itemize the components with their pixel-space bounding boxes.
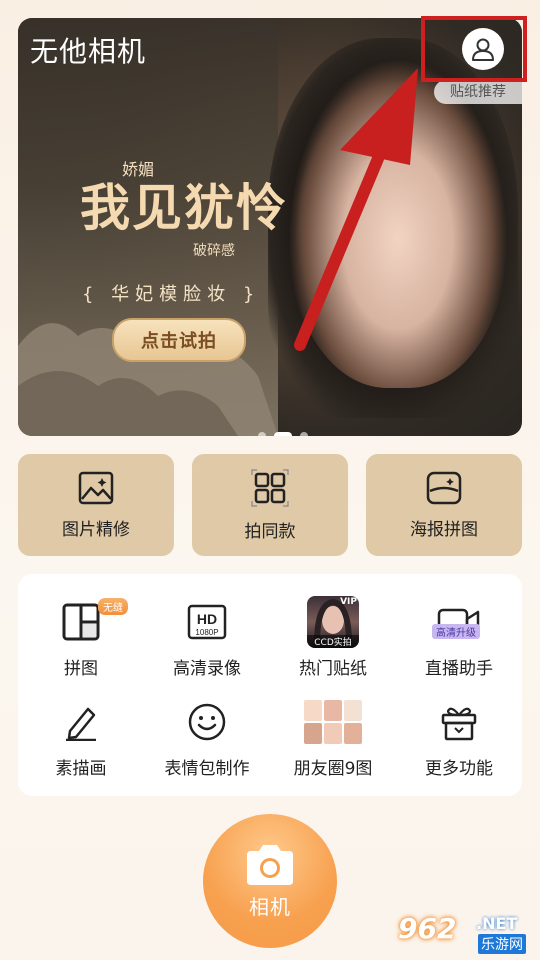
poster-icon bbox=[426, 471, 462, 504]
hd-video-icon: HD 1080P bbox=[187, 604, 227, 640]
carousel-dot[interactable] bbox=[258, 432, 266, 436]
highlight-box bbox=[421, 16, 527, 82]
tool-label: 朋友圈9图 bbox=[293, 759, 373, 779]
tool-label: 素描画 bbox=[55, 759, 107, 779]
camera-icon bbox=[247, 844, 293, 885]
tool-label: 表情包制作 bbox=[164, 759, 250, 779]
sticker-thumbnail: VIP CCD实拍 bbox=[307, 596, 359, 648]
feature-label: 海报拼图 bbox=[410, 519, 478, 540]
tool-more-features[interactable]: 更多功能 bbox=[396, 682, 522, 782]
watermark-site-name: 乐游网 bbox=[478, 934, 526, 954]
seamless-badge: 无缝 bbox=[98, 598, 128, 615]
tool-meme-maker[interactable]: 表情包制作 bbox=[144, 682, 270, 782]
watermark-suffix: .NET bbox=[476, 914, 518, 933]
tool-hd-video[interactable]: HD 1080P 高清录像 bbox=[144, 582, 270, 682]
watermark-number: 962 bbox=[398, 912, 457, 945]
hd-upgrade-badge: 高清升级 bbox=[432, 624, 480, 639]
banner-tagline: { 华妃模脸妆 } bbox=[82, 284, 261, 305]
tool-label: 热门贴纸 bbox=[299, 659, 367, 679]
gift-icon bbox=[441, 707, 477, 741]
try-shoot-button[interactable]: 点击试拍 bbox=[112, 318, 246, 362]
camera-label: 相机 bbox=[249, 894, 291, 919]
grid-icon bbox=[251, 468, 289, 507]
banner-subtitle: 破碎感 bbox=[193, 243, 235, 259]
camera-button[interactable]: 相机 bbox=[203, 814, 337, 948]
feature-card-photo-retouch[interactable]: 图片精修 bbox=[18, 454, 174, 556]
image-icon bbox=[78, 471, 114, 504]
sticker-caption: CCD实拍 bbox=[307, 635, 359, 648]
tool-label: 更多功能 bbox=[425, 759, 493, 779]
carousel-indicator bbox=[258, 432, 308, 436]
feature-card-same-style[interactable]: 拍同款 bbox=[192, 454, 348, 556]
tool-sketch[interactable]: 素描画 bbox=[18, 682, 144, 782]
portrait-image bbox=[288, 58, 508, 388]
feature-label: 图片精修 bbox=[62, 519, 130, 540]
vip-badge: VIP bbox=[340, 597, 357, 607]
tool-collage[interactable]: 拼图 无缝 bbox=[18, 582, 144, 682]
feature-card-poster-collage[interactable]: 海报拼图 bbox=[366, 454, 522, 556]
collage-icon bbox=[62, 603, 100, 641]
app-title: 无他相机 bbox=[30, 35, 147, 68]
resolution-text: 1080P bbox=[195, 628, 218, 637]
hd-text: HD bbox=[197, 611, 217, 627]
carousel-dot-active[interactable] bbox=[274, 432, 292, 436]
smiley-icon bbox=[188, 703, 226, 741]
tool-label: 高清录像 bbox=[173, 659, 241, 679]
pencil-icon bbox=[66, 707, 96, 741]
banner-main-title: 我见犹怜 bbox=[80, 178, 288, 237]
tool-label: 直播助手 bbox=[425, 659, 493, 679]
carousel-dot[interactable] bbox=[300, 432, 308, 436]
feature-label: 拍同款 bbox=[244, 521, 296, 542]
sticker-recommend-tag[interactable]: 贴纸推荐 bbox=[434, 80, 522, 104]
tools-panel: 拼图 无缝 HD 1080P 高清录像 VIP CCD实拍 热门贴纸 直播助手 … bbox=[18, 574, 522, 796]
tool-moments-nine-grid[interactable]: 朋友圈9图 bbox=[270, 682, 396, 782]
nine-grid-thumbnail bbox=[304, 700, 362, 744]
site-watermark: 962 .NET 乐游网 bbox=[398, 912, 534, 956]
tool-hot-stickers[interactable]: VIP CCD实拍 热门贴纸 bbox=[270, 582, 396, 682]
tool-label: 拼图 bbox=[64, 659, 98, 679]
